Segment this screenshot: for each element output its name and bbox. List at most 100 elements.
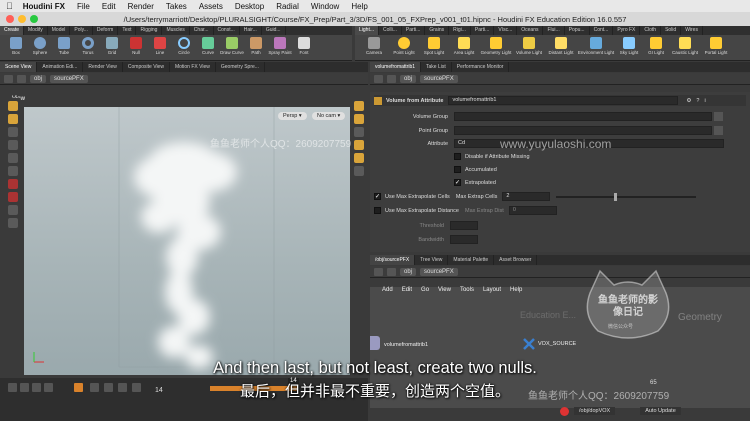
use-max-distance-checkbox[interactable]	[374, 207, 381, 214]
handle-tool-icon[interactable]	[8, 153, 18, 163]
disable-if-missing-checkbox[interactable]	[454, 153, 461, 160]
shelf-tab[interactable]: Colli...	[379, 26, 402, 35]
path-crumb-obj[interactable]: obj	[400, 74, 417, 83]
extrapolated-row[interactable]: ✓ Extrapolated	[454, 179, 496, 186]
shelf-tab[interactable]: Oceans	[517, 26, 544, 35]
menu-file[interactable]: File	[77, 2, 90, 11]
max-cells-slider[interactable]	[556, 192, 697, 201]
apple-icon[interactable]: 	[6, 1, 13, 11]
tab-composite-view[interactable]: Composite View	[123, 62, 170, 72]
shelf-tab[interactable]: Deform	[93, 26, 119, 35]
select-tool-icon[interactable]	[8, 101, 18, 111]
camera-tool-icon[interactable]	[8, 205, 18, 215]
shelf-tab-lights[interactable]: Light...	[355, 26, 380, 35]
accumulated-row[interactable]: Accumulated	[454, 166, 497, 173]
volumefromattrib-node[interactable]	[370, 336, 380, 350]
shelf-tab[interactable]: Text	[118, 26, 137, 35]
shelf-tab[interactable]: Parti...	[471, 26, 495, 35]
tab-asset-browser[interactable]: Asset Browser	[494, 255, 538, 265]
menu-window[interactable]: Window	[311, 2, 339, 11]
slider-handle[interactable]	[614, 192, 618, 201]
threshold-field[interactable]	[450, 221, 478, 230]
menu-render[interactable]: Render	[128, 2, 154, 11]
tab-render-view[interactable]: Render View	[83, 62, 123, 72]
forward-icon[interactable]	[17, 74, 26, 83]
menu-assets[interactable]: Assets	[199, 2, 223, 11]
shelf-tab[interactable]: Cont...	[590, 26, 614, 35]
menu-desktop[interactable]: Desktop	[235, 2, 264, 11]
tool-torus[interactable]: Torus	[76, 37, 100, 55]
tab-material-palette[interactable]: Material Palette	[448, 255, 495, 265]
tool-draw-curve[interactable]: Draw Curve	[220, 37, 244, 55]
tool-camera[interactable]: Camera	[359, 37, 389, 55]
forward-icon[interactable]	[387, 267, 396, 276]
shelf-tab[interactable]: Vísc...	[494, 26, 518, 35]
volume-group-field[interactable]	[454, 112, 712, 121]
max-dist-field[interactable]: 0	[508, 206, 557, 215]
rotate-tool-icon[interactable]	[8, 127, 18, 137]
info-icon[interactable]: i	[704, 98, 705, 104]
tool-volume-light[interactable]: Volume Light	[513, 37, 545, 55]
extrapolated-checkbox[interactable]: ✓	[454, 179, 461, 186]
tab-scene-view[interactable]: Scene View	[0, 62, 38, 72]
back-icon[interactable]	[374, 267, 383, 276]
path-crumb-obj[interactable]: obj	[400, 267, 417, 276]
tool-tube[interactable]: Tube	[52, 37, 76, 55]
shelf-tab[interactable]: Flui...	[543, 26, 565, 35]
tool-font[interactable]: Font	[292, 37, 316, 55]
menu-edit[interactable]: Edit	[102, 2, 116, 11]
tab-geometry-spreadsheet[interactable]: Geometry Spre...	[216, 62, 265, 72]
use-max-cells-checkbox[interactable]: ✓	[374, 193, 381, 200]
points-icon[interactable]	[354, 140, 364, 150]
menu-takes[interactable]: Takes	[166, 2, 187, 11]
tool-spray-paint[interactable]: Spray Paint	[268, 37, 292, 55]
point-group-field[interactable]	[454, 126, 712, 135]
tool-area-light[interactable]: Area Light	[449, 37, 479, 55]
persp-menu-button[interactable]: Persp ▾	[278, 112, 307, 120]
scale-tool-icon[interactable]	[8, 140, 18, 150]
shelf-tab[interactable]: Pyro FX	[613, 26, 641, 35]
status-path[interactable]: /obj/dopVOX	[574, 407, 616, 415]
path-crumb-sourcepfx[interactable]: sourcePFX	[420, 74, 458, 83]
back-icon[interactable]	[374, 74, 383, 83]
path-crumb-obj[interactable]: obj	[30, 74, 47, 83]
shading-icon[interactable]	[354, 114, 364, 124]
shelf-tab-create[interactable]: Create	[0, 26, 25, 35]
tool-caustic-light[interactable]: Caustic Light	[669, 37, 701, 55]
tool-null[interactable]: Null	[124, 37, 148, 55]
auto-update-button[interactable]: Auto Update	[640, 407, 681, 415]
snap-icon[interactable]	[8, 179, 18, 189]
gear-icon[interactable]: ⚙	[686, 98, 691, 104]
shelf-tab[interactable]: Rigging	[136, 26, 163, 35]
tool-environment-light[interactable]: Environment Light	[577, 37, 615, 55]
shelf-tab[interactable]: Char...	[190, 26, 214, 35]
tool-circle[interactable]: Circle	[172, 37, 196, 55]
shelf-tab[interactable]: Cloth	[640, 26, 662, 35]
shelf-tab[interactable]: Wires	[681, 26, 703, 35]
render-region-icon[interactable]	[8, 218, 18, 228]
tool-geometry-light[interactable]: Geometry Light	[479, 37, 513, 55]
shelf-tab[interactable]: Grains	[425, 26, 450, 35]
shelf-tab[interactable]: Guid...	[262, 26, 286, 35]
tool-sphere[interactable]: Sphere	[28, 37, 52, 55]
tool-point-light[interactable]: Point Light	[389, 37, 419, 55]
shelf-tab[interactable]: Solid	[661, 26, 682, 35]
shelf-tab[interactable]: Poly...	[70, 26, 93, 35]
menu-radial[interactable]: Radial	[276, 2, 299, 11]
shelf-tab[interactable]: Model	[48, 26, 71, 35]
minimize-window-button[interactable]	[18, 15, 26, 23]
tab-take-list[interactable]: Take List	[421, 62, 452, 72]
shelf-tab[interactable]: Const...	[214, 26, 240, 35]
shelf-tab[interactable]: Muscles	[162, 26, 190, 35]
forward-icon[interactable]	[387, 74, 396, 83]
camera-menu-button[interactable]: No cam ▾	[312, 112, 346, 120]
light-icon[interactable]	[354, 101, 364, 111]
tool-curve[interactable]: Curve	[196, 37, 220, 55]
tool-spot-light[interactable]: Spot Light	[419, 37, 449, 55]
tool-sky-light[interactable]: Sky Light	[615, 37, 643, 55]
tool-grid[interactable]: Grid	[100, 37, 124, 55]
path-crumb-sourcepfx[interactable]: sourcePFX	[50, 74, 88, 83]
tab-tree-view[interactable]: Tree View	[415, 255, 449, 265]
shelf-tab[interactable]: Modify	[24, 26, 48, 35]
max-cells-field[interactable]: 2	[502, 192, 551, 201]
